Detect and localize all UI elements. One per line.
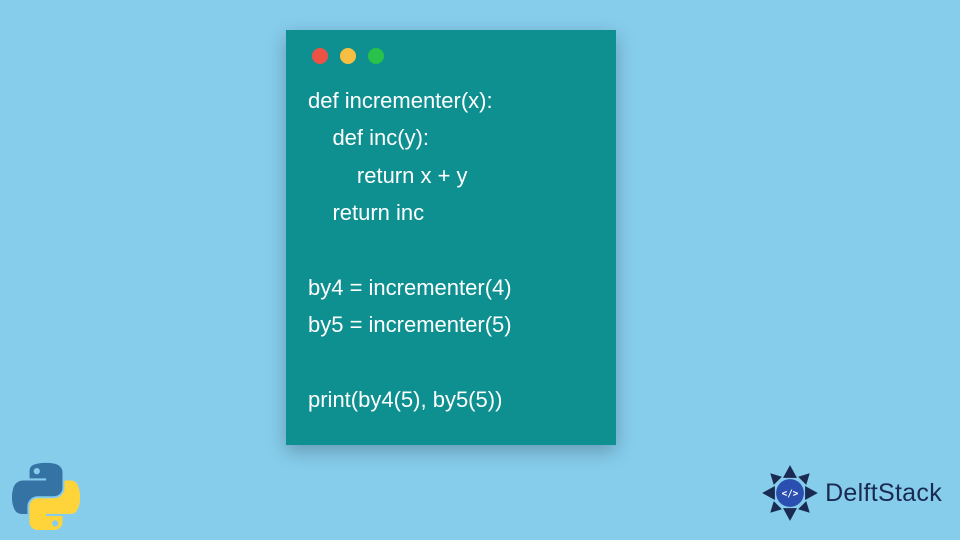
delftstack-logo-icon: </> <box>761 464 819 522</box>
python-logo-icon <box>12 462 80 530</box>
window-controls <box>312 48 594 64</box>
code-window: def incrementer(x): def inc(y): return x… <box>286 30 616 445</box>
maximize-dot-icon <box>368 48 384 64</box>
code-block: def incrementer(x): def inc(y): return x… <box>308 82 594 419</box>
minimize-dot-icon <box>340 48 356 64</box>
brand-name: DelftStack <box>825 479 942 508</box>
close-dot-icon <box>312 48 328 64</box>
svg-text:</>: </> <box>782 488 799 499</box>
delftstack-brand: </> DelftStack <box>761 464 942 522</box>
